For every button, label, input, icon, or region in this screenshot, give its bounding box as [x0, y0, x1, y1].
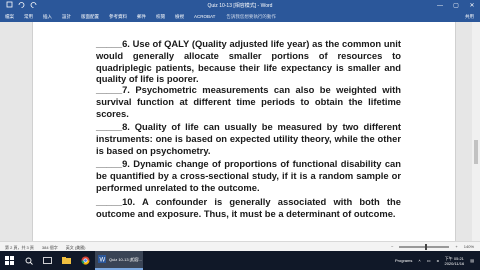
tab-references[interactable]: 參考資料 — [104, 14, 132, 20]
question-text: 7. Psychometric measurements can also be… — [96, 84, 401, 119]
answer-blank: _____ — [96, 158, 123, 169]
tab-layout[interactable]: 版面配置 — [76, 14, 104, 20]
tray-programs-label[interactable]: Programs — [395, 258, 412, 263]
question-9[interactable]: _____9. Dynamic change of proportions of… — [96, 158, 401, 193]
zoom-slider[interactable] — [399, 243, 450, 250]
scrollbar-thumb[interactable] — [474, 140, 478, 164]
question-text: 6. Use of QALY (Quality adjusted life ye… — [96, 38, 401, 85]
file-explorer-icon[interactable] — [57, 251, 76, 270]
network-icon[interactable]: ▭ — [427, 258, 431, 263]
svg-text:W: W — [100, 258, 106, 264]
title-bar: Quiz 10-13 [相容模式] - Word — ▢ ✕ — [0, 0, 480, 11]
tab-review[interactable]: 校閱 — [151, 14, 170, 20]
notification-icon[interactable]: ▤ — [470, 258, 474, 263]
vertical-scrollbar[interactable] — [472, 22, 480, 241]
status-bar: 第 2 頁，共 3 頁 384 個字 英文 (美國) − + 140% — [0, 241, 480, 251]
page-count[interactable]: 第 2 頁，共 3 頁 — [5, 245, 34, 251]
document-page[interactable]: _____6. Use of QALY (Quality adjusted li… — [32, 22, 456, 241]
tab-home[interactable]: 常用 — [19, 14, 38, 20]
tab-mailings[interactable]: 郵件 — [132, 14, 151, 20]
document-area: _____6. Use of QALY (Quality adjusted li… — [0, 22, 480, 241]
question-10[interactable]: _____10. A confounder is generally assoc… — [96, 196, 401, 220]
clock-date: 2020/11/16 — [444, 260, 465, 266]
window-controls: — ▢ ✕ — [432, 0, 480, 11]
chrome-icon[interactable] — [76, 251, 95, 270]
word-icon: W — [98, 255, 106, 264]
answer-blank: _____ — [96, 84, 123, 95]
answer-blank: _____ — [96, 196, 123, 207]
question-text: 9. Dynamic change of proportions of func… — [96, 158, 401, 193]
question-8[interactable]: _____8. Quality of life can usually be m… — [96, 121, 401, 156]
taskbar: W Quiz 10-13 [相容... Programs ˄ ▭ ◂ 下午 05… — [0, 251, 480, 270]
question-7[interactable]: _____7. Psychometric measurements can al… — [96, 84, 401, 119]
tab-view[interactable]: 檢視 — [170, 14, 189, 20]
tab-file[interactable]: 檔案 — [0, 14, 19, 20]
clock-time: 下午 05:21 — [444, 255, 464, 261]
question-text: 8. Quality of life can usually be measur… — [96, 121, 401, 156]
zoom-in-icon[interactable]: + — [455, 244, 457, 249]
answer-blank: _____ — [96, 38, 123, 49]
search-icon[interactable] — [19, 251, 38, 270]
maximize-button[interactable]: ▢ — [448, 0, 464, 11]
clock[interactable]: 下午 05:21 2020/11/16 — [444, 256, 464, 266]
task-view-icon[interactable] — [38, 251, 57, 270]
chevron-up-icon[interactable]: ˄ — [418, 258, 420, 263]
zoom-level[interactable]: 140% — [464, 244, 474, 249]
tab-design[interactable]: 設計 — [57, 14, 76, 20]
taskbar-word-label: Quiz 10-13 [相容... — [109, 256, 143, 262]
ribbon-tabs: 檔案 常用 插入 設計 版面配置 參考資料 郵件 校閱 檢視 ACROBAT 告… — [0, 11, 480, 22]
tell-me-search[interactable]: 告訴我您想要執行的動作 — [226, 14, 276, 20]
taskbar-word-window[interactable]: W Quiz 10-13 [相容... — [95, 251, 143, 270]
close-button[interactable]: ✕ — [464, 0, 480, 11]
word-count[interactable]: 384 個字 — [42, 245, 58, 251]
zoom-out-icon[interactable]: − — [391, 244, 393, 249]
question-6[interactable]: _____6. Use of QALY (Quality adjusted li… — [96, 38, 401, 85]
tab-acrobat[interactable]: ACROBAT — [189, 14, 220, 19]
tab-insert[interactable]: 插入 — [38, 14, 57, 20]
share-button[interactable]: 共用 — [465, 14, 474, 20]
window-title: Quiz 10-13 [相容模式] - Word — [207, 3, 273, 9]
question-text: 10. A confounder is generally associated… — [96, 196, 401, 219]
windows-start-icon[interactable] — [0, 251, 19, 270]
minimize-button[interactable]: — — [432, 0, 448, 11]
language[interactable]: 英文 (美國) — [66, 245, 86, 251]
volume-icon[interactable]: ◂ — [436, 258, 438, 263]
answer-blank: _____ — [96, 121, 123, 132]
system-tray: Programs ˄ ▭ ◂ 下午 05:21 2020/11/16 ▤ — [395, 251, 474, 270]
